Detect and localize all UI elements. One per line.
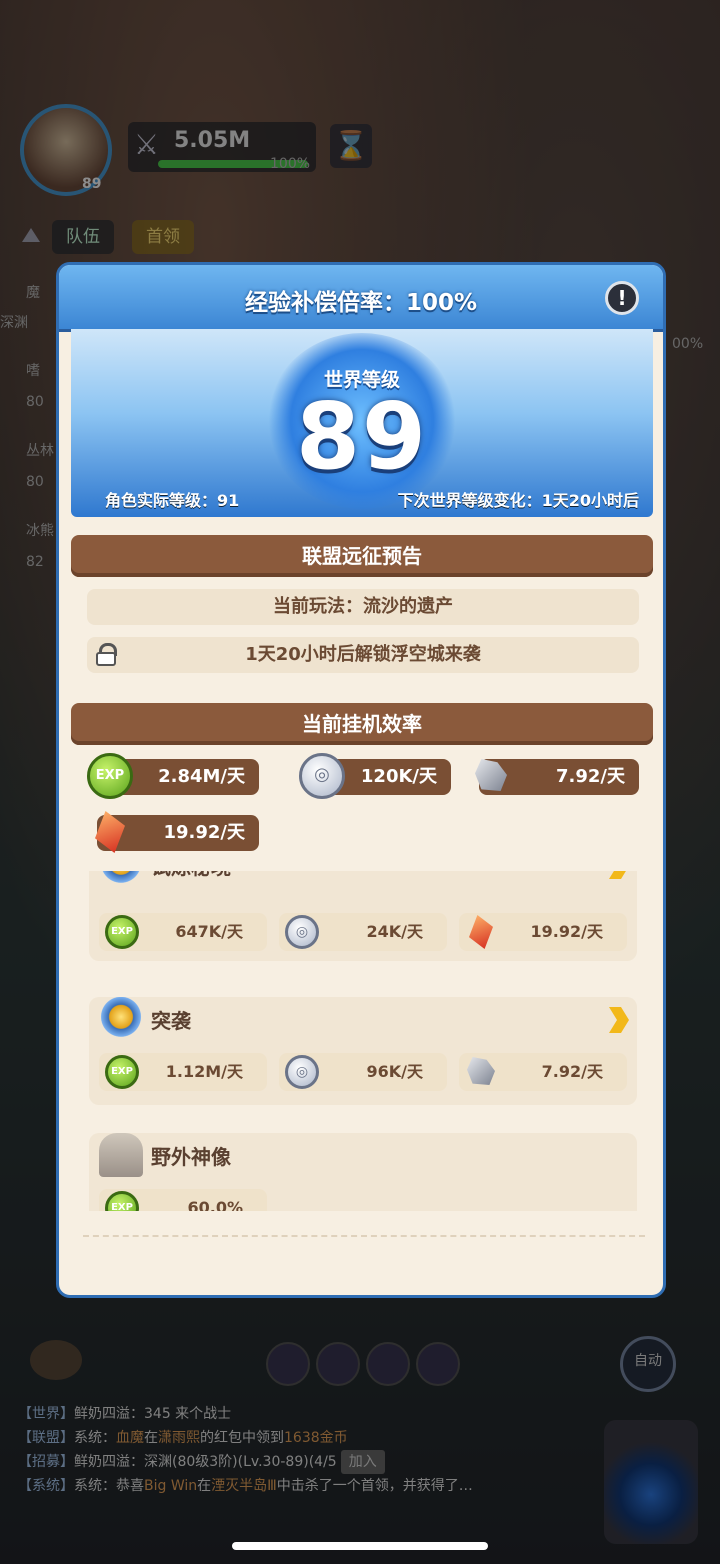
source-card[interactable]: 试炼秘境 EXP 647K/天 ◎ 24K/天 19.92/天	[89, 871, 637, 961]
source-title: 试炼秘境	[151, 871, 231, 880]
next-change-text: 下次世界等级变化：1天20小时后	[397, 491, 639, 510]
source-card[interactable]: 野外神像 EXP 60.0%	[89, 1133, 637, 1211]
crystal-icon	[87, 809, 133, 855]
medal-icon	[99, 871, 143, 887]
modal-title: 经验补偿倍率：100%	[244, 290, 478, 316]
source-item: EXP 60.0%	[99, 1189, 267, 1211]
exp-icon: EXP	[105, 1055, 139, 1089]
unlock-notice: 1天20小时后解锁浮空城来袭	[87, 637, 639, 673]
source-list[interactable]: 试炼秘境 EXP 647K/天 ◎ 24K/天 19.92/天 突袭 EXP 1…	[89, 871, 637, 1211]
coin-icon: ◎	[299, 753, 345, 799]
alliance-header: 联盟远征预告	[71, 535, 653, 577]
real-level-text: 角色实际等级：91	[105, 491, 240, 510]
exclamation-icon[interactable]: !	[605, 281, 639, 315]
current-mode: 当前玩法：流沙的遗产	[87, 589, 639, 625]
home-indicator[interactable]	[232, 1542, 488, 1550]
crystal-icon	[465, 915, 499, 949]
coin-icon: ◎	[285, 915, 319, 949]
source-item: EXP 1.12M/天	[99, 1053, 267, 1091]
stone-icon	[465, 1055, 499, 1089]
source-title: 野外神像	[151, 1145, 231, 1169]
efficiency-coin: ◎ 120K/天	[299, 753, 451, 799]
footer-decoration	[83, 1235, 645, 1261]
source-item: ◎ 96K/天	[279, 1053, 447, 1091]
lock-icon	[95, 643, 117, 666]
stone-icon	[469, 753, 515, 799]
coin-icon: ◎	[285, 1055, 319, 1089]
exp-icon: EXP	[105, 1191, 139, 1211]
medal-icon	[99, 997, 143, 1041]
world-level-value: 89	[295, 383, 429, 490]
efficiency-crystal: 19.92/天	[97, 815, 259, 851]
chevron-right-icon[interactable]	[609, 1007, 629, 1033]
modal-header: 经验补偿倍率：100% !	[59, 265, 663, 332]
chevron-right-icon[interactable]	[609, 871, 629, 879]
source-item: ◎ 24K/天	[279, 913, 447, 951]
efficiency-exp: EXP 2.84M/天	[87, 753, 259, 799]
source-title: 突袭	[151, 1009, 191, 1033]
exp-icon: EXP	[87, 753, 133, 799]
source-item: 19.92/天	[459, 913, 627, 951]
source-card[interactable]: 突袭 EXP 1.12M/天 ◎ 96K/天 7.92/天	[89, 997, 637, 1105]
exp-icon: EXP	[105, 915, 139, 949]
exp-compensation-modal: 经验补偿倍率：100% ! 世界等级 89 角色实际等级：91 下次世界等级变化…	[56, 262, 666, 1298]
efficiency-header: 当前挂机效率	[71, 703, 653, 745]
source-item: EXP 647K/天	[99, 913, 267, 951]
world-level-panel: 世界等级 89 角色实际等级：91 下次世界等级变化：1天20小时后	[71, 329, 653, 517]
source-item: 7.92/天	[459, 1053, 627, 1091]
statue-icon	[99, 1133, 143, 1177]
efficiency-stone: 7.92/天	[479, 759, 639, 795]
